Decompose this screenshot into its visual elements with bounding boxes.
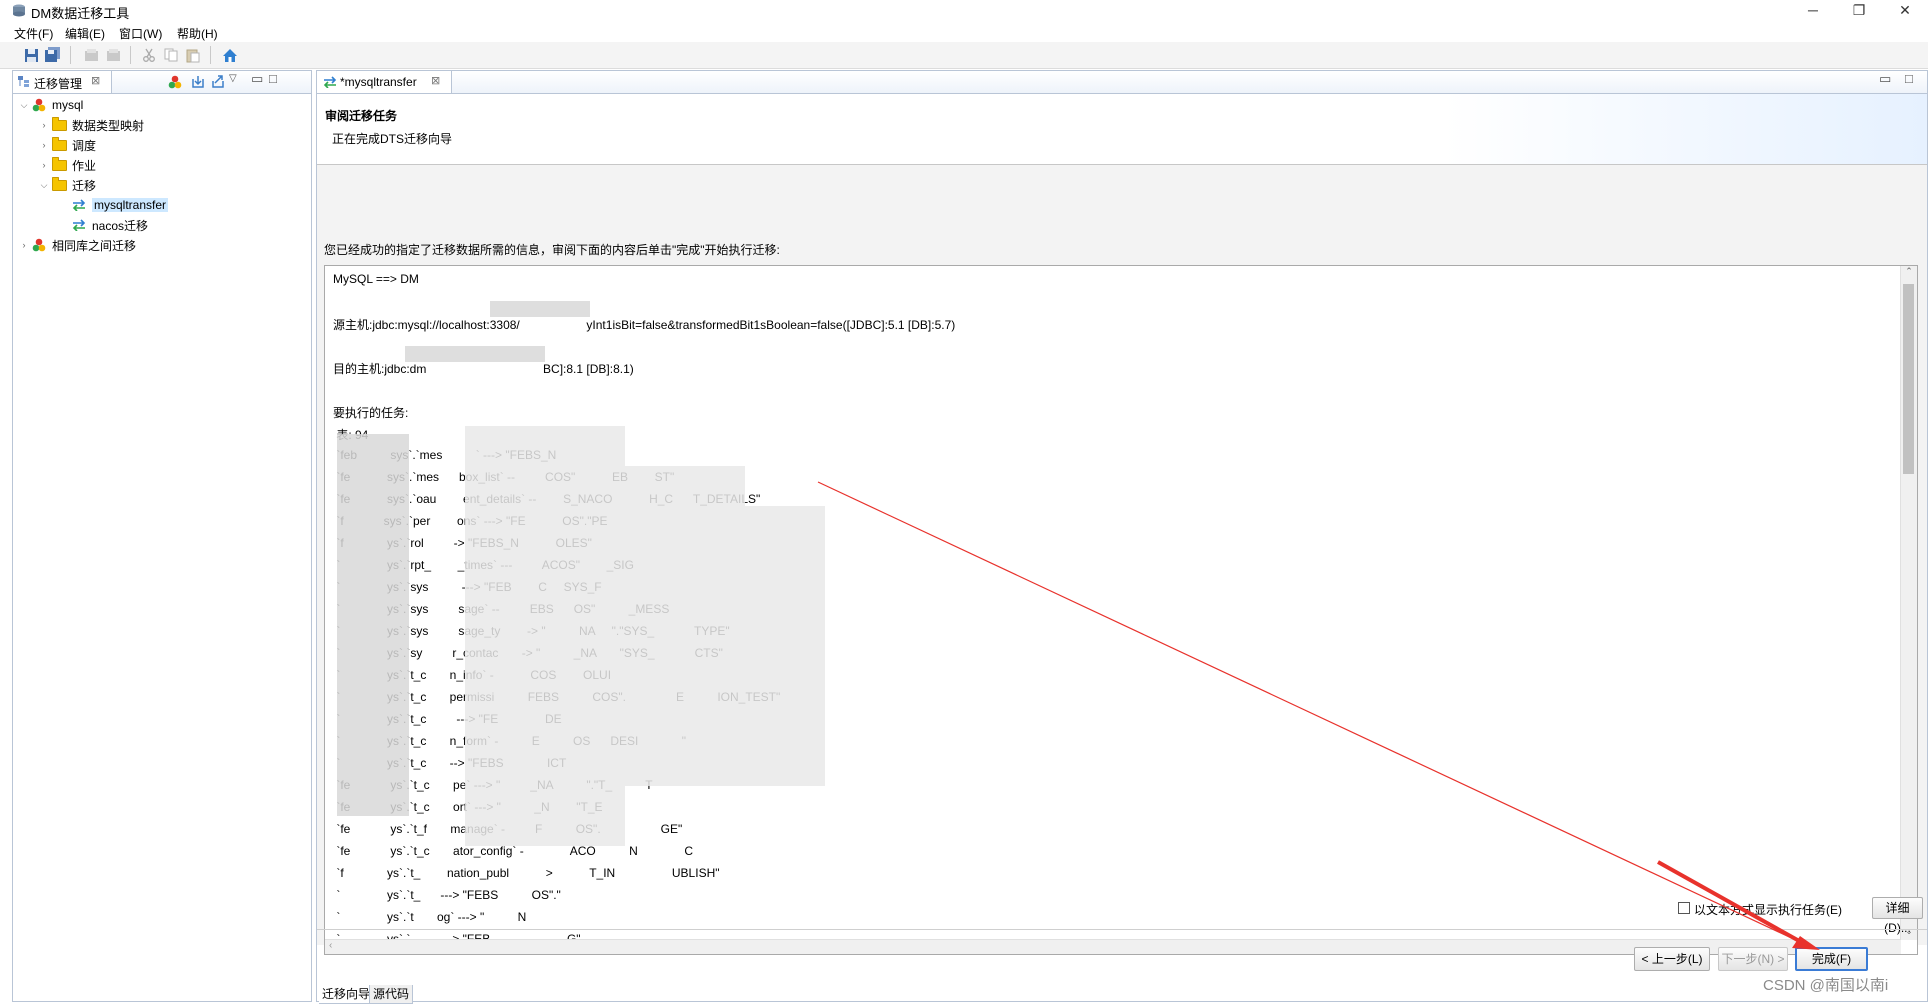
watermark: CSDN @南国以南i: [1763, 977, 1889, 994]
annotation-arrow: [817, 481, 1820, 950]
